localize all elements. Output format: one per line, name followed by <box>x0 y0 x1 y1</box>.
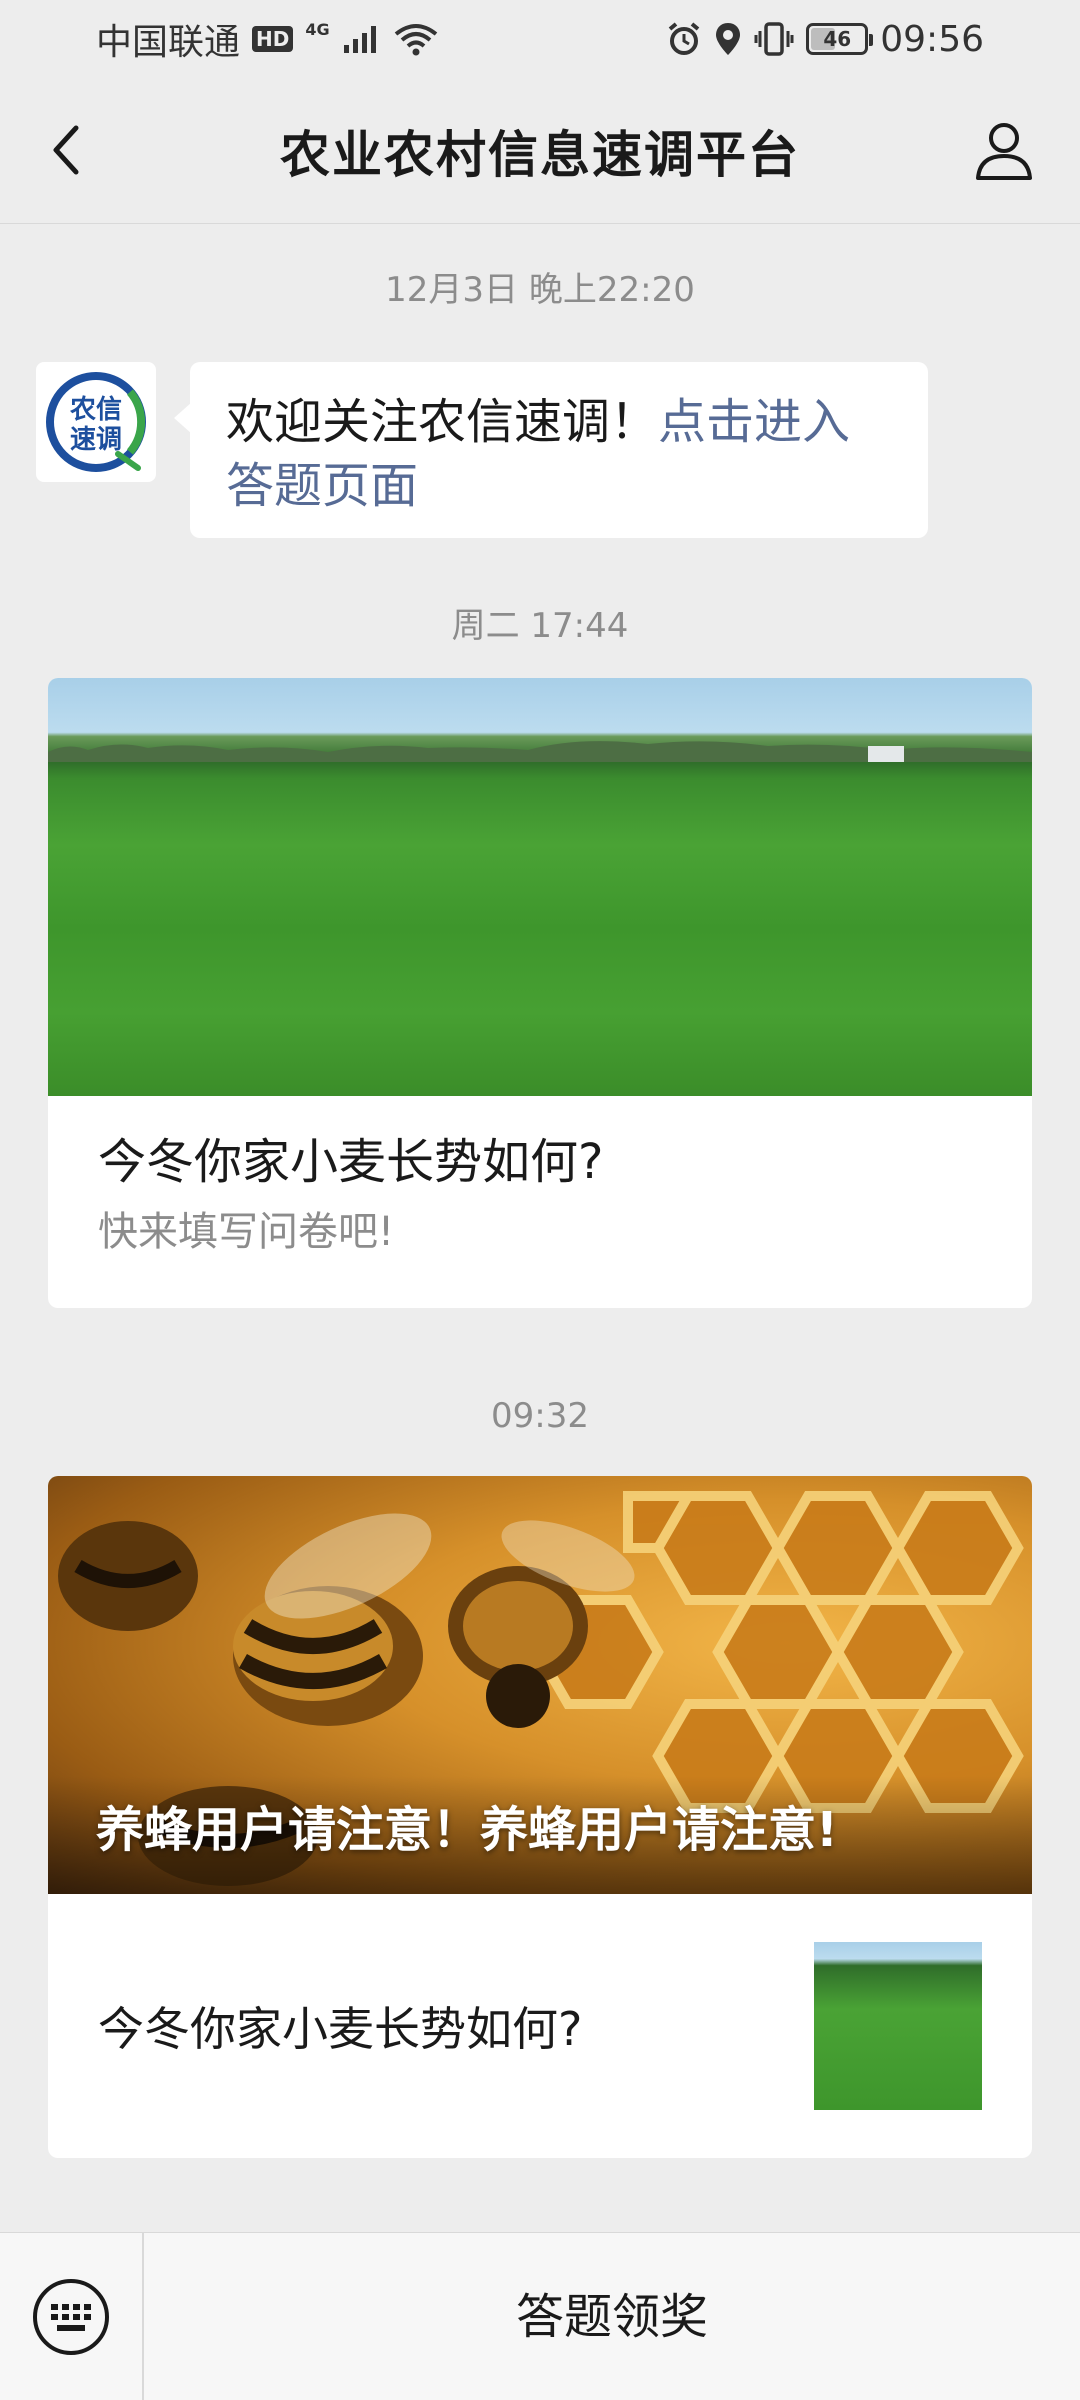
bee-icon <box>58 1521 198 1631</box>
status-left: 中国联通 HD 4G <box>96 13 438 65</box>
welcome-text: 欢迎关注农信速调！ <box>226 394 659 450</box>
tree-line-decoration <box>48 741 1032 762</box>
hd-icon: HD <box>252 26 294 52</box>
status-right: 46 09:56 <box>666 19 984 60</box>
nav-bar: 农业农村信息速调平台 <box>0 78 1080 224</box>
clock: 09:56 <box>880 18 984 60</box>
person-icon <box>976 123 1032 180</box>
status-bar: 中国联通 HD 4G 46 09:56 <box>0 0 1080 78</box>
logo-text-line1: 农信 <box>69 395 122 425</box>
article-card-bees[interactable]: 养蜂用户请注意！养蜂用户请注意! 今冬你家小麦长势如何? <box>48 1476 1032 2158</box>
sub-article-row[interactable]: 今冬你家小麦长势如何? <box>48 1894 1032 2158</box>
alarm-icon <box>668 22 700 55</box>
keyboard-toggle-button[interactable] <box>0 2232 144 2400</box>
profile-button[interactable] <box>968 114 1040 186</box>
bottom-menu-bar: 答题领奖 <box>0 2232 1080 2400</box>
quiz-reward-menu-button[interactable]: 答题领奖 <box>144 2233 1080 2400</box>
chevron-left-icon <box>53 125 79 175</box>
page-title: 农业农村信息速调平台 <box>280 125 800 184</box>
cell-signal-icon <box>343 26 376 53</box>
nongxin-sudiao-logo: 农信 速调 <box>46 372 146 472</box>
keyboard-icon <box>33 2278 109 2355</box>
wheat-field-cover-image <box>48 678 1032 1096</box>
message-timestamp: 12月3日 晚上22:20 <box>385 270 695 310</box>
back-button[interactable] <box>36 120 96 180</box>
network-type: 4G <box>305 19 330 39</box>
message-timestamp: 09:32 <box>491 1396 589 1436</box>
carrier-name: 中国联通 <box>96 22 241 63</box>
battery-icon: 46 <box>806 23 874 55</box>
logo-text-line2: 速调 <box>70 425 122 455</box>
vibrate-icon <box>754 22 794 56</box>
article-title: 今冬你家小麦长势如何? <box>98 1134 604 1190</box>
wheat-thumbnail-image <box>814 1942 982 2110</box>
message-timestamp: 周二 17:44 <box>451 606 629 646</box>
battery-level: 46 <box>823 27 852 51</box>
bees-honeycomb-cover-image: 养蜂用户请注意！养蜂用户请注意! <box>48 1476 1032 1894</box>
cover-title: 养蜂用户请注意！养蜂用户请注意! <box>96 1802 838 1858</box>
article-card-wheat[interactable]: 今冬你家小麦长势如何? 快来填写问卷吧! <box>48 678 1032 1308</box>
avatar[interactable]: 农信 速调 <box>36 362 156 482</box>
welcome-message-bubble: 欢迎关注农信速调！点击进入答题页面 <box>174 362 928 538</box>
article-subtitle: 快来填写问卷吧! <box>98 1209 395 1255</box>
wifi-icon <box>394 24 437 56</box>
location-icon <box>716 23 741 55</box>
bee-icon <box>233 1513 432 1726</box>
sub-article-title: 今冬你家小麦长势如何? <box>98 2002 583 2056</box>
article-card-body: 今冬你家小麦长势如何? 快来填写问卷吧! <box>48 1096 1032 1294</box>
